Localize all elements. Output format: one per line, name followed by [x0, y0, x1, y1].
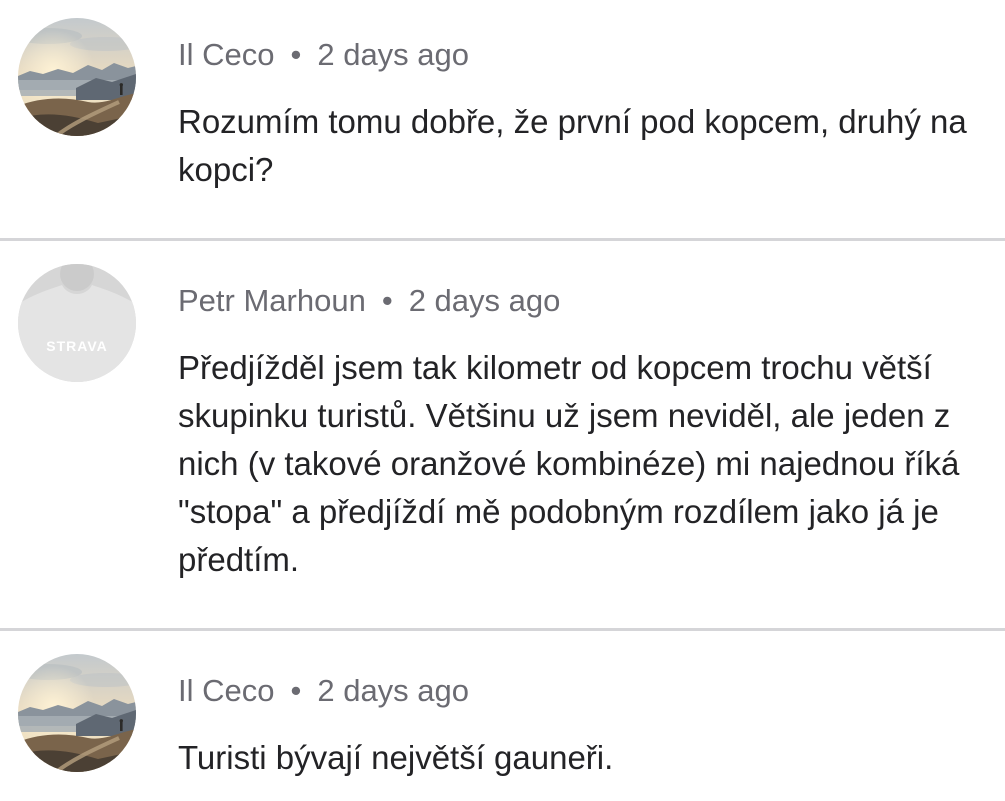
- comment-text: Předjížděl jsem tak kilometr od kopcem t…: [178, 349, 960, 578]
- comment-text: Rozumím tomu dobře, že první pod kopcem,…: [178, 103, 967, 188]
- timestamp: 2 days ago: [317, 673, 470, 708]
- strava-default-avatar: STRAVA: [18, 264, 136, 382]
- avatar[interactable]: STRAVA: [18, 264, 136, 382]
- separator-dot: •: [290, 673, 302, 708]
- landscape-photo-avatar: [18, 654, 136, 772]
- comment-content: Petr Marhoun • 2 days ago Předjížděl jse…: [178, 281, 1005, 584]
- comment-item: Il Ceco • 2 days ago Rozumím tomu dobře,…: [0, 0, 1005, 238]
- timestamp: 2 days ago: [408, 283, 561, 318]
- timestamp: 2 days ago: [317, 37, 470, 72]
- avatar[interactable]: [18, 654, 136, 772]
- landscape-photo-avatar: [18, 18, 136, 136]
- comment-meta: Petr Marhoun • 2 days ago: [178, 281, 1005, 321]
- comment-list: Il Ceco • 2 days ago Rozumím tomu dobře,…: [0, 0, 1005, 801]
- strava-logo-text: STRAVA: [46, 338, 107, 354]
- comment-content: Il Ceco • 2 days ago Rozumím tomu dobře,…: [178, 35, 1005, 194]
- separator-dot: •: [290, 37, 302, 72]
- author-name[interactable]: Il Ceco: [178, 671, 274, 711]
- comment-text: Turisti bývají největší gauneři.: [178, 739, 614, 776]
- comment-item: STRAVA Petr Marhoun • 2 days ago Předjíž…: [0, 241, 1005, 628]
- author-name[interactable]: Petr Marhoun: [178, 281, 366, 321]
- comment-content: Il Ceco • 2 days ago Turisti bývají nejv…: [178, 671, 1005, 782]
- separator-dot: •: [381, 283, 393, 318]
- comment-meta: Il Ceco • 2 days ago: [178, 671, 1005, 711]
- comment-item: Il Ceco • 2 days ago Turisti bývají nejv…: [0, 631, 1005, 782]
- comment-meta: Il Ceco • 2 days ago: [178, 35, 1005, 75]
- author-name[interactable]: Il Ceco: [178, 35, 274, 75]
- avatar[interactable]: [18, 18, 136, 136]
